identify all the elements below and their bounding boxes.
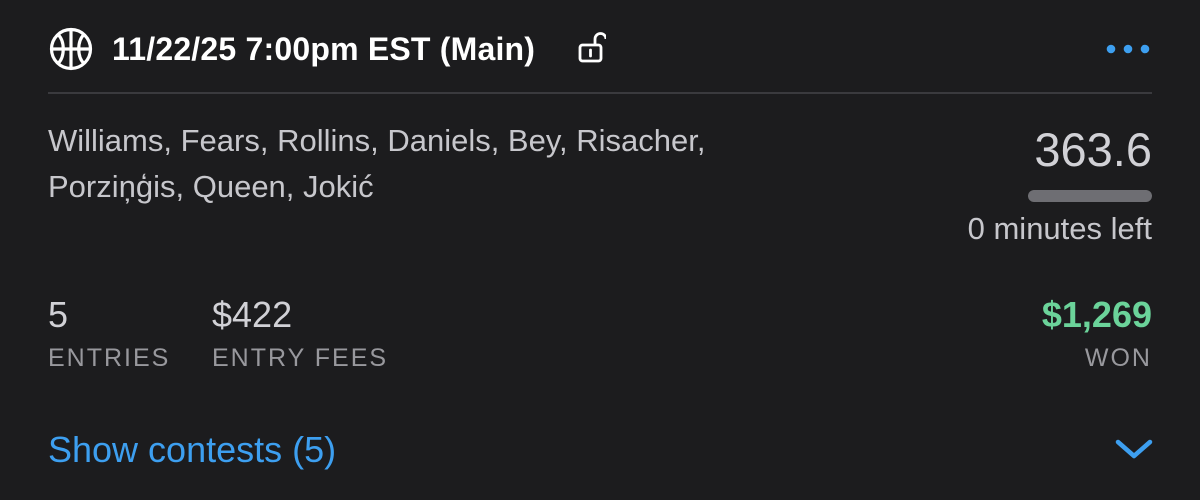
time-progress-bar <box>1028 190 1152 202</box>
chevron-down-icon <box>1115 439 1153 459</box>
players-line-1: Williams, Fears, Rollins, Daniels, Bey, … <box>48 123 706 158</box>
expand-contests-button[interactable] <box>1112 434 1156 466</box>
slate-title: 11/22/25 7:00pm EST (Main) <box>112 31 536 67</box>
show-contests-link[interactable]: Show contests (5) <box>48 426 336 474</box>
more-options-button[interactable] <box>1082 32 1152 64</box>
entries-label: ENTRIES <box>48 344 171 372</box>
entry-fees-amount: $422 <box>212 294 293 335</box>
won-label: WON <box>1084 344 1152 372</box>
fantasy-points: 363.6 <box>1034 123 1152 176</box>
basketball-icon <box>48 26 94 72</box>
card-header: 11/22/25 7:00pm EST (Main) <box>48 26 1152 72</box>
lineup-card: 11/22/25 7:00pm EST (Main) Williams, Fea… <box>0 0 1200 500</box>
lineup-players: Williams, Fears, Rollins, Daniels, Bey, … <box>48 118 808 210</box>
entry-fees-label: ENTRY FEES <box>212 344 389 372</box>
more-horizontal-icon <box>1106 44 1150 54</box>
won-amount: $1,269 <box>1041 294 1152 335</box>
time-remaining: 0 minutes left <box>967 211 1152 246</box>
entries-count: 5 <box>48 294 69 335</box>
time-progress-fill <box>1028 190 1152 202</box>
header-divider <box>48 92 1152 94</box>
unlocked-padlock-icon <box>576 30 608 64</box>
players-line-2: Porziņģis, Queen, Jokić <box>48 169 374 204</box>
